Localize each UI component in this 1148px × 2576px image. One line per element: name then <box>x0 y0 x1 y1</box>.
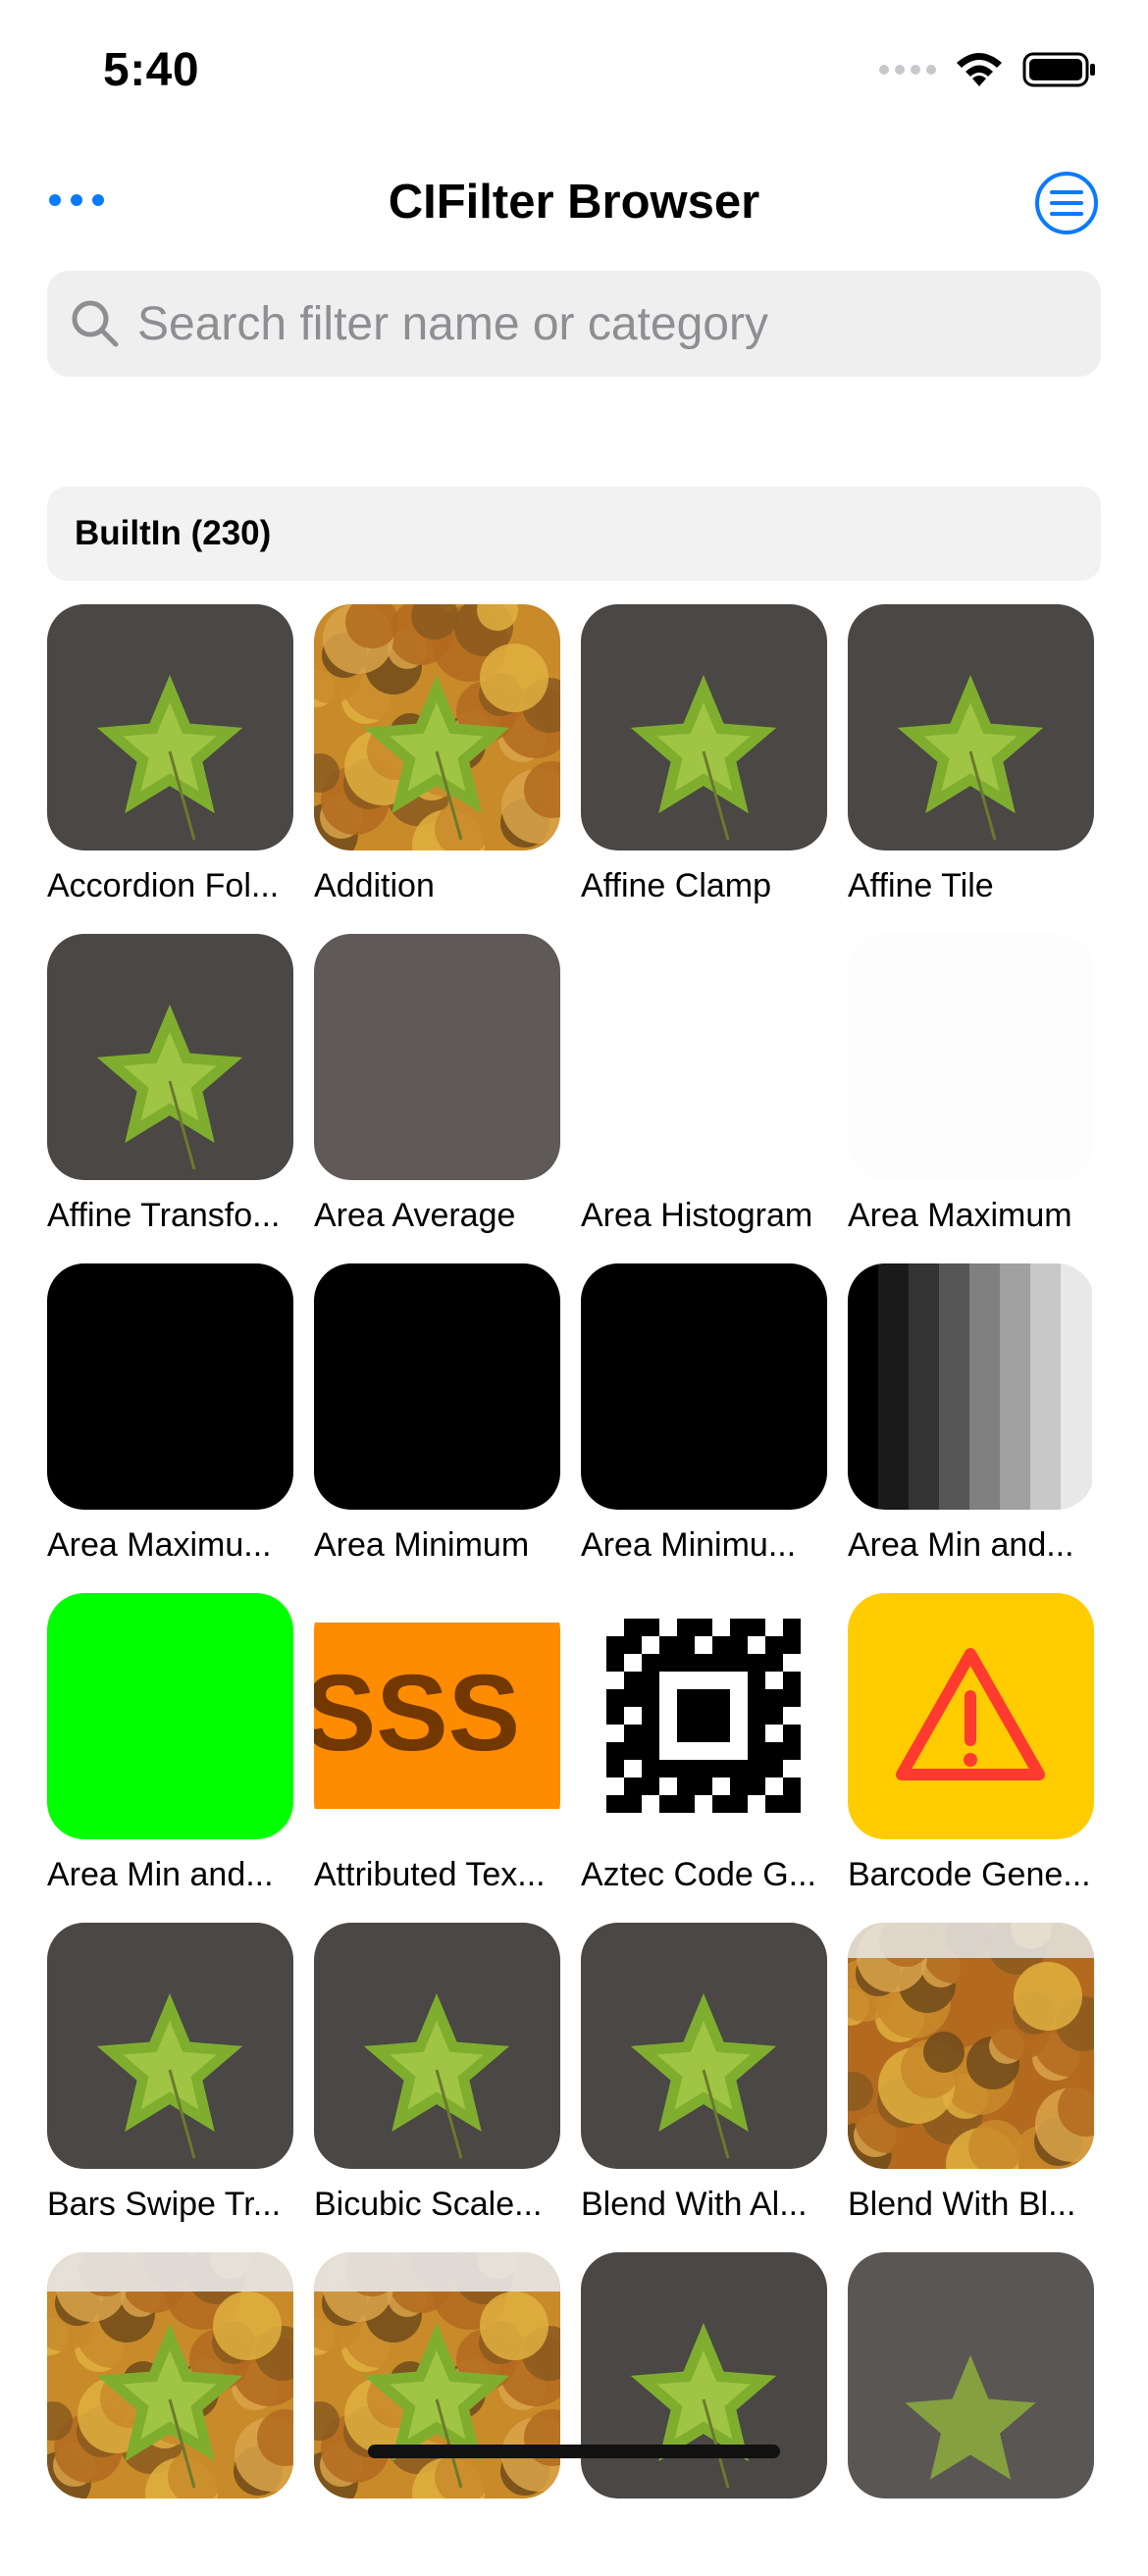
filter-cell[interactable]: Area Min and... <box>47 1593 293 1917</box>
filter-thumbnail <box>848 1593 1094 1839</box>
filter-name: Barcode Gene... <box>848 1856 1091 1893</box>
filter-cell[interactable]: Barcode Gene... <box>848 1593 1094 1917</box>
filter-cell[interactable]: Affine Clamp <box>581 604 827 928</box>
filter-thumbnail <box>848 604 1094 850</box>
filter-name: Aztec Code G... <box>581 1856 816 1893</box>
filter-cell[interactable]: Area Maximum <box>848 934 1094 1258</box>
search-bar[interactable] <box>47 271 1101 377</box>
section-title: BuiltIn (230) <box>75 514 272 552</box>
list-circle-icon[interactable] <box>1034 171 1099 235</box>
page-title: CIFilter Browser <box>388 176 760 229</box>
filter-cell[interactable]: Affine Tile <box>848 604 1094 928</box>
search-input[interactable] <box>135 295 1062 352</box>
filter-thumbnail <box>314 2252 560 2499</box>
filter-thumbnail <box>848 1923 1094 2169</box>
filter-cell[interactable]: Area Min and... <box>848 1263 1094 1587</box>
filter-cell[interactable]: Aztec Code G... <box>581 1593 827 1917</box>
filter-thumbnail <box>47 934 293 1180</box>
filter-cell[interactable]: Accordion Fol... <box>47 604 293 928</box>
filter-cell[interactable]: Area Histogram <box>581 934 827 1258</box>
filter-thumbnail <box>581 1923 827 2169</box>
filter-cell[interactable]: Addition <box>314 604 560 928</box>
filter-name: Area Maximum <box>848 1197 1072 1234</box>
filter-thumbnail: SSS <box>314 1593 560 1839</box>
filter-thumbnail <box>47 1263 293 1510</box>
filter-name: Area Minimu... <box>581 1526 797 1564</box>
filter-cell[interactable]: Area Minimu... <box>581 1263 827 1587</box>
filter-cell[interactable]: Blend With Bl... <box>848 1923 1094 2246</box>
filter-name: Area Histogram <box>581 1197 813 1234</box>
filter-thumbnail <box>314 1923 560 2169</box>
filter-cell[interactable] <box>848 2252 1094 2576</box>
status-bar: 5:40 <box>0 0 1148 137</box>
filter-name: Affine Transfo... <box>47 1197 281 1234</box>
filter-cell[interactable] <box>47 2252 293 2576</box>
filter-cell[interactable]: Area Maximu... <box>47 1263 293 1587</box>
filter-thumbnail <box>581 1593 827 1839</box>
filter-thumbnail <box>314 604 560 850</box>
search-icon <box>72 300 119 347</box>
filter-thumbnail <box>581 1263 827 1510</box>
filter-name: Addition <box>314 867 435 904</box>
filter-cell[interactable]: Blend With Al... <box>581 1923 827 2246</box>
filter-cell[interactable] <box>581 2252 827 2576</box>
filter-name: Accordion Fol... <box>47 867 280 904</box>
filter-thumbnail <box>848 934 1094 1180</box>
filter-name: Blend With Al... <box>581 2186 808 2223</box>
home-indicator <box>368 2445 780 2458</box>
section-header[interactable]: BuiltIn (230) <box>47 487 1101 581</box>
wifi-icon <box>957 53 1002 86</box>
filter-thumbnail <box>581 2252 827 2499</box>
filter-name: Bicubic Scale... <box>314 2186 543 2223</box>
filter-thumbnail <box>314 1263 560 1510</box>
filter-cell[interactable]: Affine Transfo... <box>47 934 293 1258</box>
filter-cell[interactable]: Area Minimum <box>314 1263 560 1587</box>
filter-thumbnail <box>581 604 827 850</box>
filter-cell[interactable]: Bicubic Scale... <box>314 1923 560 2246</box>
filter-cell[interactable]: Bars Swipe Tr... <box>47 1923 293 2246</box>
filter-name: Area Min and... <box>848 1526 1074 1564</box>
signal-icon <box>879 65 936 75</box>
filter-name: Bars Swipe Tr... <box>47 2186 282 2223</box>
filter-thumbnail <box>848 2252 1094 2499</box>
filter-cell[interactable] <box>314 2252 560 2576</box>
filter-name: Affine Tile <box>848 867 994 904</box>
filter-name: Area Average <box>314 1197 516 1234</box>
svg-text:SSS: SSS <box>314 1653 520 1774</box>
filter-thumbnail <box>848 1263 1094 1510</box>
status-time: 5:40 <box>103 44 200 96</box>
filter-cell[interactable]: SSS Attributed Tex... <box>314 1593 560 1917</box>
filter-thumbnail <box>47 1593 293 1839</box>
filter-name: Attributed Tex... <box>314 1856 546 1893</box>
navigation-bar: CIFilter Browser <box>0 157 1148 255</box>
filter-name: Affine Clamp <box>581 867 772 904</box>
filter-cell[interactable]: Area Average <box>314 934 560 1258</box>
battery-icon <box>1022 52 1095 87</box>
filter-name: Area Maximu... <box>47 1526 272 1564</box>
filter-thumbnail <box>47 2252 293 2499</box>
filter-thumbnail <box>47 1923 293 2169</box>
filter-thumbnail <box>47 604 293 850</box>
filter-thumbnail <box>581 934 827 1180</box>
filter-name: Blend With Bl... <box>848 2186 1076 2223</box>
filter-name: Area Minimum <box>314 1526 530 1564</box>
filter-thumbnail <box>314 934 560 1180</box>
status-icons <box>879 51 1097 88</box>
filter-name: Area Min and... <box>47 1856 274 1893</box>
